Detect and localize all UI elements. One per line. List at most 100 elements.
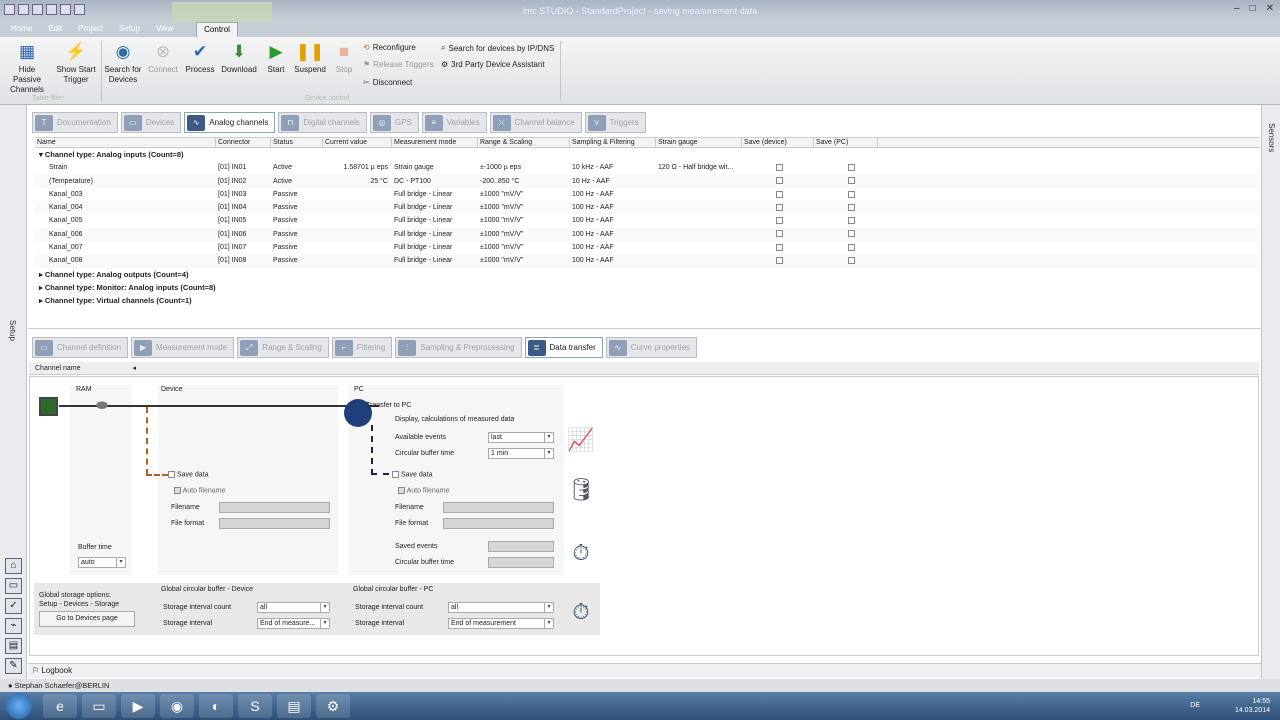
search-for-devices-button[interactable]: ◉ Search for Devices bbox=[103, 41, 143, 85]
explorer-icon[interactable]: ▭ bbox=[82, 694, 116, 718]
device-filename-input[interactable] bbox=[219, 502, 330, 513]
third-party-assistant-button[interactable]: ⚙ 3rd Party Device Assistant bbox=[441, 60, 545, 69]
tab-edit[interactable]: Edit bbox=[41, 22, 69, 37]
tab-control[interactable]: Control bbox=[196, 22, 238, 37]
tab-channel-balance[interactable]: ⤫ Channel balance bbox=[489, 112, 582, 133]
tab-project[interactable]: Project bbox=[71, 22, 110, 37]
suspend-button[interactable]: ❚❚ Suspend bbox=[293, 41, 327, 75]
tab-measurement-mode[interactable]: ▶ Measurement mode bbox=[131, 337, 235, 358]
save-device-checkbox[interactable] bbox=[742, 188, 814, 201]
col-current-value[interactable]: Current value bbox=[323, 138, 392, 147]
table-row[interactable]: Kanal_008 [01] IN08 Passive Full bridge - L… bbox=[35, 254, 1260, 268]
side-check-icon[interactable]: ✓ bbox=[5, 598, 22, 614]
show-start-trigger-button[interactable]: ⚡ Show Start Trigger bbox=[54, 41, 98, 85]
save-device-checkbox[interactable] bbox=[742, 228, 814, 241]
skype-icon[interactable]: S bbox=[238, 694, 272, 718]
device-file-format-input[interactable] bbox=[219, 518, 330, 529]
col-name[interactable]: Name bbox=[35, 138, 216, 147]
circular-buffer-time-select[interactable]: 1 min ▾ bbox=[488, 448, 554, 459]
table-row[interactable]: Kanal_006 [01] IN06 Passive Full bridge - L… bbox=[35, 227, 1260, 242]
tab-curve-properties[interactable]: ∿ Curve properties bbox=[605, 337, 697, 358]
table-row[interactable]: Kanal_005 [01] IN05 Passive Full bridge - L… bbox=[35, 214, 1260, 227]
tab-gps[interactable]: ◎ GPS bbox=[369, 112, 419, 133]
device-save-data-checkbox[interactable]: Save data bbox=[168, 471, 208, 478]
tab-setup[interactable]: Setup bbox=[112, 22, 147, 37]
connect-button[interactable]: ⊗ Connect bbox=[146, 41, 180, 75]
maximize-button[interactable]: □ bbox=[1250, 3, 1256, 14]
save-device-checkbox[interactable] bbox=[742, 254, 814, 267]
media-icon[interactable]: ▶ bbox=[121, 694, 155, 718]
pc-save-data-checkbox[interactable]: Save data bbox=[392, 471, 432, 478]
release-triggers-button[interactable]: ⚑ Release Triggers bbox=[363, 60, 434, 69]
sic-pc-select[interactable]: all ▾ bbox=[448, 602, 554, 613]
save-pc-checkbox[interactable] bbox=[814, 161, 878, 174]
group-virtual-channels[interactable]: ▸ Channel type: Virtual channels (Count=… bbox=[35, 294, 1260, 307]
col-sampling-filtering[interactable]: Sampling & Filtering bbox=[570, 138, 656, 147]
save-device-checkbox[interactable] bbox=[742, 201, 814, 214]
reconfigure-button[interactable]: ⟲ Reconfigure bbox=[363, 43, 416, 52]
col-connector[interactable]: Connector bbox=[216, 138, 271, 147]
tab-devices[interactable]: ▭ Devices bbox=[120, 112, 182, 133]
start-button[interactable] bbox=[6, 693, 32, 719]
pc-filename-input[interactable] bbox=[443, 502, 554, 513]
search-by-ip-button[interactable]: ⌕ Search for devices by IP/DNS bbox=[441, 43, 554, 53]
firefox-icon[interactable]: ◐ bbox=[199, 694, 233, 718]
tab-data-transfer[interactable]: ≣ Data transfer bbox=[524, 337, 603, 358]
stop-button[interactable]: ■ Stop bbox=[331, 41, 357, 75]
si-device-select[interactable]: End of measure... ▾ bbox=[257, 618, 330, 629]
saved-events-input[interactable] bbox=[488, 541, 554, 552]
save-device-checkbox[interactable] bbox=[742, 241, 814, 254]
imc-studio-icon[interactable]: ▤ bbox=[277, 694, 311, 718]
logbook-bar[interactable]: ⚐ Logbook bbox=[28, 663, 1261, 678]
tab-range-scaling[interactable]: ⤢ Range & Scaling bbox=[237, 337, 329, 358]
side-devices-icon[interactable]: ▭ bbox=[5, 578, 22, 594]
side-home-icon[interactable]: ⌂ bbox=[5, 558, 22, 574]
process-button[interactable]: ✔ Process bbox=[184, 41, 216, 75]
ie-icon[interactable]: e bbox=[43, 694, 77, 718]
col-save-pc[interactable]: Save (PC) bbox=[814, 138, 878, 147]
tab-home[interactable]: Home bbox=[4, 22, 39, 37]
close-button[interactable]: ✕ bbox=[1266, 3, 1274, 14]
side-script-icon[interactable]: ✎ bbox=[5, 658, 22, 674]
sensors-side-tab[interactable]: Sensors bbox=[1267, 123, 1276, 152]
save-device-checkbox[interactable] bbox=[742, 175, 814, 188]
group-analog-inputs[interactable]: ▾ Channel type: Analog inputs (Count=8) bbox=[35, 148, 1260, 161]
language-indicator[interactable]: DE bbox=[1190, 702, 1200, 709]
save-pc-checkbox[interactable] bbox=[814, 201, 878, 214]
save-pc-checkbox[interactable] bbox=[814, 228, 878, 241]
tab-triggers[interactable]: ⋎ Triggers bbox=[584, 112, 646, 133]
minimize-button[interactable]: – bbox=[1234, 3, 1240, 14]
save-pc-checkbox[interactable] bbox=[814, 175, 878, 188]
save-pc-checkbox[interactable] bbox=[814, 254, 878, 267]
table-row[interactable]: (Temperature) [01] IN02 Active 25 °C DC - PT… bbox=[35, 174, 1260, 188]
col-measurement-mode[interactable]: Measurement mode bbox=[392, 138, 478, 147]
col-status[interactable]: Status bbox=[271, 138, 323, 147]
pc-file-format-input[interactable] bbox=[443, 518, 554, 529]
tab-documentation[interactable]: T Documentation bbox=[32, 112, 118, 133]
save-device-checkbox[interactable] bbox=[742, 161, 814, 174]
go-to-devices-button[interactable]: Go to Devices page bbox=[39, 611, 135, 627]
group-monitor-analog-inputs[interactable]: ▸ Channel type: Monitor: Analog inputs (… bbox=[35, 281, 1260, 294]
panel-splitter[interactable] bbox=[28, 328, 1261, 333]
setup-side-tab[interactable]: Setup bbox=[8, 320, 17, 341]
hide-passive-channels-button[interactable]: ▦ Hide Passive Channels bbox=[4, 41, 50, 95]
col-save-device[interactable]: Save (device) bbox=[742, 138, 814, 147]
table-row[interactable]: Kanal_003 [01] IN03 Passive Full bridge - L… bbox=[35, 188, 1260, 201]
tab-view[interactable]: View bbox=[149, 22, 180, 37]
sic-device-select[interactable]: all ▾ bbox=[257, 602, 330, 613]
col-strain-gauge[interactable]: Strain gauge bbox=[656, 138, 742, 147]
chrome-icon[interactable]: ◉ bbox=[160, 694, 194, 718]
save-pc-checkbox[interactable] bbox=[814, 188, 878, 201]
tool-icon[interactable]: ⚙ bbox=[316, 694, 350, 718]
download-button[interactable]: ⬇ Download bbox=[219, 41, 259, 75]
pin-icon[interactable]: ◂ bbox=[132, 365, 136, 372]
tab-filtering[interactable]: ⌐ Filtering bbox=[331, 337, 393, 358]
save-device-checkbox[interactable] bbox=[742, 214, 814, 227]
start-button[interactable]: ▶ Start bbox=[262, 41, 290, 75]
si-pc-select[interactable]: End of measurement ▾ bbox=[448, 618, 554, 629]
clock[interactable]: 14:55 14.03.2014 bbox=[1235, 697, 1270, 715]
device-auto-filename-checkbox[interactable]: Auto filename bbox=[174, 487, 225, 494]
tab-variables[interactable]: ≡ Variables bbox=[421, 112, 487, 133]
side-panel-icon[interactable]: ▤ bbox=[5, 638, 22, 654]
save-pc-checkbox[interactable] bbox=[814, 241, 878, 254]
